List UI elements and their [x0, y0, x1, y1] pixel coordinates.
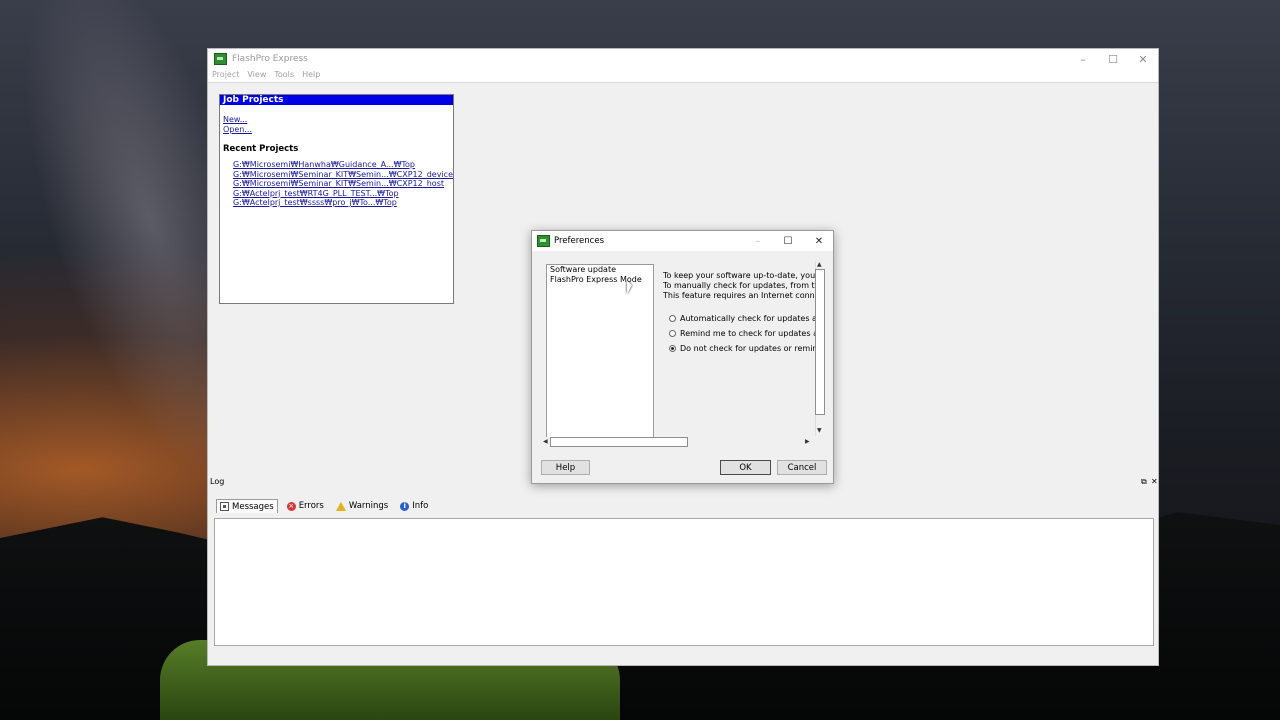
cancel-button[interactable]: Cancel [777, 460, 827, 475]
tree-item-flashpro-express-mode[interactable]: FlashPro Express Mode [547, 275, 653, 285]
error-icon: × [286, 501, 296, 511]
preferences-dialog: Preferences – ☐ ✕ Software update FlashP… [531, 230, 834, 484]
messages-icon [220, 502, 229, 511]
recent-project-link[interactable]: G:₩Microsemi₩Seminar_KIT₩Semin...₩CXP12_… [233, 170, 453, 180]
flashpro-app-icon [214, 53, 227, 65]
menu-bar: Project View Tools Help [208, 69, 1158, 83]
dialog-close-button[interactable]: ✕ [804, 231, 834, 251]
radio-remind-me[interactable]: Remind me to check for updates at [669, 326, 825, 341]
scroll-up-arrow-icon[interactable]: ▲ [817, 261, 822, 268]
menu-view[interactable]: View [247, 69, 270, 82]
tab-errors[interactable]: × Errors [284, 499, 327, 513]
tab-warnings[interactable]: Warnings [333, 499, 391, 513]
mouse-cursor-icon [627, 281, 632, 294]
radio-button[interactable] [669, 330, 676, 337]
preferences-content: To keep your software up-to-date, you c … [659, 259, 825, 441]
radio-auto-check[interactable]: Automatically check for updates at s [669, 311, 825, 326]
scroll-right-arrow-icon[interactable]: ▶ [805, 438, 810, 445]
main-window-title: FlashPro Express [232, 54, 308, 64]
minimize-button[interactable]: – [1068, 49, 1098, 69]
preferences-app-icon [537, 235, 550, 247]
tab-info-label: Info [412, 501, 429, 511]
recent-project-link[interactable]: G:₩Actelprj_test₩ssss₩pro_j₩To...₩Top [233, 198, 453, 208]
radio-button-selected[interactable] [669, 345, 676, 352]
vertical-scroll-thumb[interactable] [815, 269, 825, 415]
main-titlebar: FlashPro Express – ☐ ✕ [208, 49, 1158, 69]
tab-warnings-label: Warnings [348, 501, 389, 511]
log-tabs: Messages × Errors Warnings i Info [216, 497, 431, 515]
ok-button[interactable]: OK [720, 460, 771, 475]
radio-do-not-check[interactable]: Do not check for updates or remind [669, 341, 825, 356]
job-projects-panel: Job Projects New... Open... Recent Proje… [219, 94, 454, 304]
new-project-link[interactable]: New... [223, 115, 453, 125]
radio-label: Remind me to check for updates at [680, 329, 822, 338]
warning-icon [335, 501, 346, 511]
tab-messages[interactable]: Messages [216, 499, 278, 513]
help-button[interactable]: Help [541, 460, 590, 475]
log-close-icon[interactable]: ✕ [1151, 477, 1158, 486]
log-title: Log [210, 477, 225, 486]
dialog-maximize-button[interactable]: ☐ [773, 231, 803, 251]
recent-project-link[interactable]: G:₩Actelprj_test₩RT4G_PLL_TEST...₩Top [233, 189, 453, 199]
horizontal-scroll-thumb[interactable] [550, 437, 688, 447]
maximize-button[interactable]: ☐ [1098, 49, 1128, 69]
radio-button[interactable] [669, 315, 676, 322]
log-messages-area[interactable] [214, 518, 1154, 646]
scroll-left-arrow-icon[interactable]: ◀ [543, 438, 548, 445]
radio-label: Do not check for updates or remind [680, 344, 823, 353]
close-button[interactable]: ✕ [1128, 49, 1158, 69]
preferences-titlebar: Preferences – ☐ ✕ [532, 231, 833, 251]
tree-item-software-update[interactable]: Software update [547, 265, 653, 275]
recent-projects-title: Recent Projects [223, 144, 299, 154]
recent-project-link[interactable]: G:₩Microsemi₩Hanwha₩Guidance_A...₩Top [233, 160, 453, 170]
log-restore-icon[interactable]: ⧉ [1141, 477, 1147, 487]
radio-label: Automatically check for updates at s [680, 314, 825, 323]
tab-messages-label: Messages [232, 501, 274, 512]
job-projects-header: Job Projects [220, 95, 453, 105]
info-icon: i [400, 501, 410, 511]
recent-project-link[interactable]: G:₩Microsemi₩Seminar_KIT₩Semin...₩CXP12_… [233, 179, 453, 189]
tab-errors-label: Errors [298, 501, 324, 511]
description-line: To manually check for updates, from the [663, 281, 825, 290]
dialog-minimize-button[interactable]: – [743, 231, 773, 251]
menu-help[interactable]: Help [302, 69, 324, 82]
menu-project[interactable]: Project [212, 69, 243, 82]
description-line: This feature requires an Internet connec… [663, 291, 825, 300]
tab-info[interactable]: i Info [397, 499, 431, 513]
menu-tools[interactable]: Tools [274, 69, 298, 82]
open-project-link[interactable]: Open... [223, 125, 453, 135]
preferences-category-tree: Software update FlashPro Express Mode [546, 264, 654, 440]
scroll-down-arrow-icon[interactable]: ▼ [817, 427, 822, 434]
preferences-title: Preferences [554, 236, 604, 246]
description-line: To keep your software up-to-date, you c [663, 271, 823, 280]
